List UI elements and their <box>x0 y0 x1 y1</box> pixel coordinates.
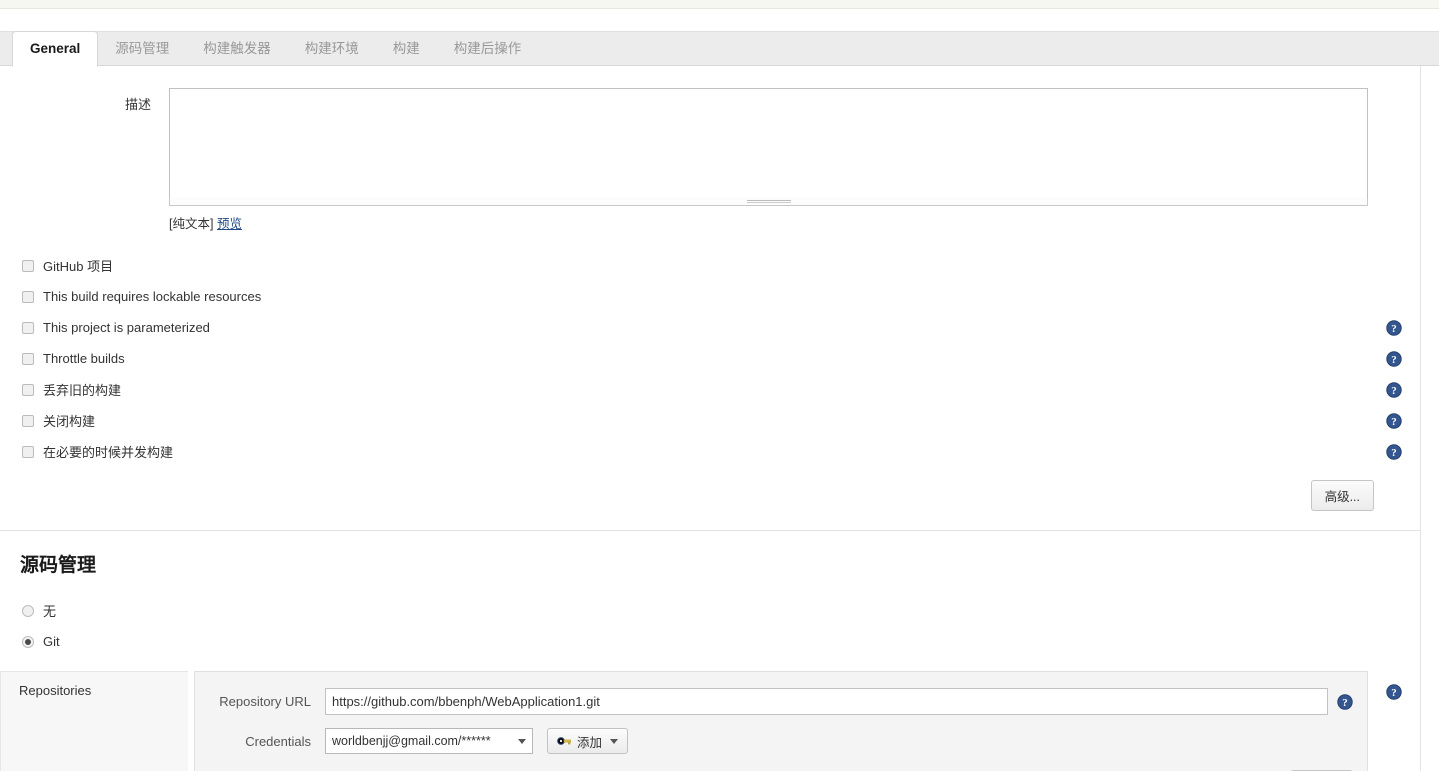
top-gap <box>0 9 1439 22</box>
add-credentials-label: 添加 <box>577 735 603 750</box>
svg-text:?: ? <box>1391 354 1397 366</box>
scm-option-none[interactable]: 无 <box>0 595 1420 626</box>
option-label: Throttle builds <box>43 351 125 366</box>
config-form: 描述 [纯文本] 预览 GitHub 项目 This build require… <box>0 66 1439 771</box>
repositories-label: Repositories <box>0 671 188 771</box>
tab-build-environment[interactable]: 构建环境 <box>288 31 376 66</box>
repository-panel: Repository URL ? Credentials worldbenjj@… <box>194 671 1368 771</box>
svg-text:?: ? <box>1391 447 1397 459</box>
description-links: [纯文本] 预览 <box>169 213 1368 232</box>
help-icon[interactable]: ? <box>1386 350 1402 367</box>
option-lockable-resources[interactable]: This build requires lockable resources <box>0 281 1420 312</box>
general-advanced-row: 高级... <box>0 480 1420 511</box>
svg-text:?: ? <box>1391 687 1397 699</box>
disable-build-checkbox[interactable] <box>22 414 34 427</box>
credentials-label: Credentials <box>245 733 311 749</box>
option-label: GitHub 项目 <box>43 259 114 274</box>
tab-list: General 源码管理 构建触发器 构建环境 构建 构建后操作 <box>0 22 539 67</box>
description-field-wrap: [纯文本] 预览 <box>169 88 1420 232</box>
general-options-list: GitHub 项目 This build requires lockable r… <box>0 250 1420 467</box>
general-advanced-button[interactable]: 高级... <box>1310 480 1374 511</box>
svg-text:?: ? <box>1391 385 1397 397</box>
throttle-builds-checkbox[interactable] <box>22 352 34 365</box>
option-throttle-builds[interactable]: Throttle builds ? <box>0 343 1420 374</box>
description-row: 描述 [纯文本] 预览 <box>0 66 1420 232</box>
content-frame: 描述 [纯文本] 预览 GitHub 项目 This build require… <box>0 66 1421 771</box>
credentials-controls: worldbenjj@gmail.com/****** 添加 <box>325 728 629 754</box>
scm-section-title: 源码管理 <box>20 555 97 576</box>
textarea-resize-handle[interactable] <box>169 198 1368 206</box>
parameterized-checkbox[interactable] <box>22 321 34 334</box>
key-icon <box>557 737 571 745</box>
option-label: 丢弃旧的构建 <box>43 383 122 398</box>
description-input[interactable] <box>169 88 1368 199</box>
add-credentials-button[interactable]: 添加 <box>547 728 629 754</box>
help-icon[interactable]: ? <box>1386 684 1402 700</box>
option-concurrent-builds[interactable]: 在必要的时候并发构建 ? <box>0 436 1420 467</box>
option-label: This project is parameterized <box>43 320 210 335</box>
credentials-selected-value: worldbenjj@gmail.com/****** <box>332 734 491 748</box>
scm-option-git[interactable]: Git <box>0 626 1420 657</box>
option-label: 在必要的时候并发构建 <box>43 445 174 460</box>
discard-old-builds-checkbox[interactable] <box>22 383 34 396</box>
option-github-project[interactable]: GitHub 项目 <box>0 250 1420 281</box>
option-label: 关闭构建 <box>43 414 96 429</box>
tab-build[interactable]: 构建 <box>376 31 437 66</box>
lockable-resources-checkbox[interactable] <box>22 290 34 303</box>
plain-text-label: [纯文本] <box>169 217 214 231</box>
scm-git-radio[interactable] <box>22 635 34 648</box>
help-icon[interactable]: ? <box>1386 412 1402 429</box>
scm-none-radio[interactable] <box>22 604 34 617</box>
repository-url-label: Repository URL <box>219 694 311 709</box>
scm-option-label: Git <box>43 634 60 649</box>
help-icon[interactable]: ? <box>1386 381 1402 398</box>
tab-general[interactable]: General <box>12 31 99 67</box>
github-project-checkbox[interactable] <box>22 259 34 272</box>
svg-text:?: ? <box>1342 697 1348 709</box>
option-disable-build[interactable]: 关闭构建 ? <box>0 405 1420 436</box>
top-strip <box>0 0 1439 9</box>
concurrent-builds-checkbox[interactable] <box>22 445 34 458</box>
tab-source-code-management[interactable]: 源码管理 <box>98 31 186 66</box>
svg-text:?: ? <box>1391 323 1397 335</box>
option-label: This build requires lockable resources <box>43 289 262 304</box>
chevron-down-icon <box>610 738 619 744</box>
help-icon[interactable]: ? <box>1386 319 1402 336</box>
scm-section: 源码管理 无 Git Repositories Repository URL ? <box>0 531 1420 771</box>
repositories-block: Repositories Repository URL ? Credential… <box>0 671 1420 771</box>
svg-text:?: ? <box>1391 416 1397 428</box>
scm-option-label: 无 <box>43 604 57 619</box>
preview-link[interactable]: 预览 <box>217 217 242 231</box>
description-label: 描述 <box>124 97 151 112</box>
help-icon[interactable]: ? <box>1386 443 1402 460</box>
chevron-down-icon <box>518 738 526 744</box>
credentials-row: Credentials worldbenjj@gmail.com/****** <box>195 728 1367 754</box>
help-icon[interactable]: ? <box>1337 693 1353 710</box>
repository-url-row: Repository URL ? <box>195 688 1367 715</box>
option-discard-old-builds[interactable]: 丢弃旧的构建 ? <box>0 374 1420 405</box>
option-parameterized[interactable]: This project is parameterized ? <box>0 312 1420 343</box>
repository-url-input[interactable] <box>325 688 1328 715</box>
tab-build-triggers[interactable]: 构建触发器 <box>186 31 288 66</box>
tab-post-build-actions[interactable]: 构建后操作 <box>437 31 539 66</box>
tab-bar: General 源码管理 构建触发器 构建环境 构建 构建后操作 <box>0 22 1439 67</box>
credentials-select[interactable]: worldbenjj@gmail.com/****** <box>325 728 533 754</box>
